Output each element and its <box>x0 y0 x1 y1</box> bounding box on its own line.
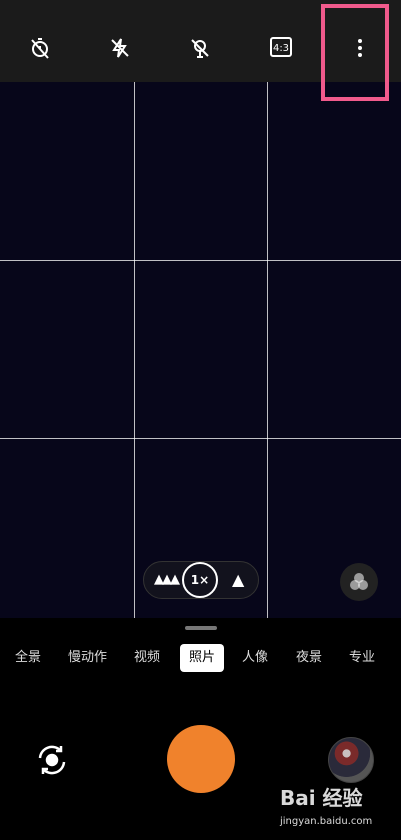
mode-photo[interactable]: 照片 <box>180 644 225 672</box>
mode-slow-motion[interactable]: 慢动作 <box>68 644 107 672</box>
grid-line <box>0 438 401 439</box>
gallery-thumbnail[interactable] <box>328 737 374 783</box>
zoom-1x-button[interactable]: 1× <box>182 562 218 598</box>
trees-icon[interactable]: ▲▲▲ <box>154 572 180 587</box>
grid-line <box>267 82 268 618</box>
watermark-logo: Bai 经验 <box>280 786 363 810</box>
mode-panorama[interactable]: 全景 <box>15 644 41 672</box>
grid-line <box>134 82 135 618</box>
timer-off-icon[interactable] <box>20 28 60 68</box>
flash-off-icon[interactable] <box>100 28 140 68</box>
mode-portrait[interactable]: 人像 <box>242 644 268 672</box>
grid-line <box>0 260 401 261</box>
tree-icon[interactable]: ▲ <box>232 570 244 589</box>
watermark-url: jingyan.baidu.com <box>280 816 373 827</box>
live-photo-off-icon[interactable] <box>180 28 220 68</box>
mode-pro[interactable]: 专业 <box>349 644 375 672</box>
mode-selector: 全景 慢动作 视频 照片 人像 夜景 专业 <box>0 644 401 672</box>
aspect-ratio-icon[interactable]: 4:3 <box>270 37 292 57</box>
top-toolbar: 4:3 <box>0 0 401 82</box>
switch-camera-icon[interactable] <box>32 740 72 780</box>
mode-video[interactable]: 视频 <box>134 644 160 672</box>
mode-night[interactable]: 夜景 <box>296 644 322 672</box>
zoom-selector: ▲▲▲ 1× ▲ <box>143 561 259 599</box>
filter-icon[interactable] <box>340 563 378 601</box>
drawer-handle[interactable] <box>185 626 217 630</box>
watermark: Bai 经验 jingyan.baidu.com <box>280 782 400 840</box>
more-options-icon[interactable] <box>340 28 380 68</box>
camera-viewfinder[interactable] <box>0 82 401 618</box>
shutter-button[interactable] <box>167 725 235 793</box>
